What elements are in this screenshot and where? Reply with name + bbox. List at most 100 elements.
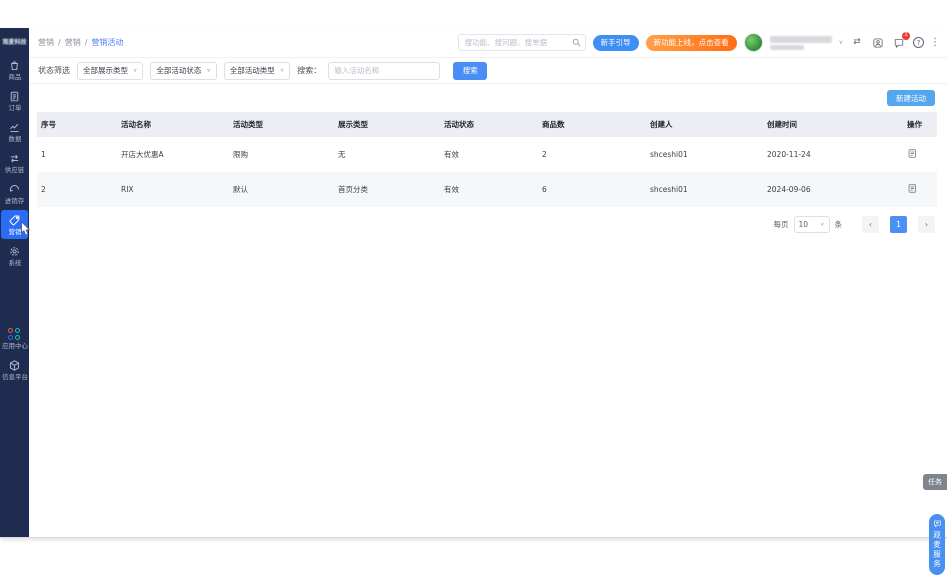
cell-goods: 2 <box>538 137 646 172</box>
breadcrumb: 营销 / 营销 / 营销活动 <box>38 37 123 48</box>
chevron-down-icon: ∨ <box>280 68 284 74</box>
sidebar-item-label: 商品 <box>8 74 21 80</box>
app-window: 观麦科技 商品 订单 数据 供应链 进销存 营销 系统 <box>0 28 947 538</box>
select-value: 全部活动类型 <box>230 65 275 76</box>
sidebar-item-goods[interactable]: 商品 <box>1 55 28 84</box>
col-created: 创建时间 <box>763 112 903 137</box>
cell-status: 有效 <box>440 172 538 207</box>
messages-icon[interactable]: 1 <box>892 36 906 50</box>
search-icon <box>572 38 581 47</box>
per-page-select[interactable]: 10 ∨ <box>794 216 830 233</box>
content-area: 新建活动 序号 活动名称 活动类型 展示类型 活动状态 商品数 创建人 <box>29 84 947 537</box>
contact-service-icon[interactable] <box>871 36 885 50</box>
main-area: 营销 / 营销 / 营销活动 新手引导 新功能上线，点击查看 ∨ ⇄ <box>29 28 947 537</box>
avatar[interactable] <box>744 33 763 52</box>
top-bar: 营销 / 营销 / 营销活动 新手引导 新功能上线，点击查看 ∨ ⇄ <box>29 28 947 58</box>
filter-bar: 状态筛选 全部展示类型 ∨ 全部活动状态 ∨ 全部活动类型 ∨ 搜索： 搜索 <box>29 58 947 84</box>
chevron-down-icon: ∨ <box>820 222 824 228</box>
search-field-label: 搜索： <box>297 65 321 76</box>
bag-icon <box>8 59 21 72</box>
sidebar-item-system[interactable]: 系统 <box>1 241 28 270</box>
help-icon[interactable]: ? <box>913 37 924 48</box>
chart-icon <box>8 121 21 134</box>
display-type-select[interactable]: 全部展示类型 ∨ <box>77 62 143 80</box>
service-tab-label: 观麦服务 <box>932 531 943 569</box>
activities-table: 序号 活动名称 活动类型 展示类型 活动状态 商品数 创建人 创建时间 操作 1 <box>37 112 937 207</box>
sidebar-item-label: 数据 <box>8 136 21 142</box>
cell-goods: 6 <box>538 172 646 207</box>
sidebar-item-inventory[interactable]: 进销存 <box>1 179 28 208</box>
edit-activity-icon[interactable] <box>907 183 918 194</box>
table-row: 2 RIX 默认 首页分类 有效 6 shceshi01 2024-09-06 <box>37 172 937 207</box>
global-search-input[interactable] <box>465 38 568 47</box>
activity-status-select[interactable]: 全部活动状态 ∨ <box>150 62 216 80</box>
cell-creator: shceshi01 <box>646 137 763 172</box>
search-button[interactable]: 搜索 <box>453 62 487 80</box>
sidebar-item-label: 信息平台 <box>2 374 28 380</box>
breadcrumb-current: 营销活动 <box>91 37 123 48</box>
breadcrumb-separator: / <box>85 38 88 47</box>
cycle-icon <box>8 183 21 196</box>
sidebar-item-app-center[interactable]: 应用中心 <box>1 324 28 353</box>
switch-account-icon[interactable]: ⇄ <box>850 36 864 50</box>
cell-display: 无 <box>334 137 440 172</box>
breadcrumb-item[interactable]: 营销 <box>65 37 81 48</box>
next-page-button[interactable]: › <box>918 216 935 233</box>
sidebar-item-supply-chain[interactable]: 供应链 <box>1 148 28 177</box>
per-page-unit: 条 <box>835 219 843 230</box>
col-seq: 序号 <box>37 112 117 137</box>
breadcrumb-item[interactable]: 营销 <box>38 37 54 48</box>
col-creator: 创建人 <box>646 112 763 137</box>
create-activity-button[interactable]: 新建活动 <box>887 90 935 106</box>
mouse-cursor-icon <box>19 222 32 235</box>
message-badge: 1 <box>902 32 910 40</box>
row-actions <box>903 137 937 172</box>
sidebar-item-info-platform[interactable]: 信息平台 <box>1 355 28 384</box>
more-menu-icon[interactable]: ⋮ <box>931 36 939 50</box>
pagination: 每页 10 ∨ 条 ‹ 1 › <box>37 216 935 233</box>
sidebar-item-marketing[interactable]: 营销 <box>1 210 28 239</box>
sidebar: 观麦科技 商品 订单 数据 供应链 进销存 营销 系统 <box>0 28 29 537</box>
chevron-down-icon: ∨ <box>133 68 137 74</box>
activity-type-select[interactable]: 全部活动类型 ∨ <box>224 62 290 80</box>
cell-status: 有效 <box>440 137 538 172</box>
redacted-line <box>770 45 804 50</box>
cell-display: 首页分类 <box>334 172 440 207</box>
select-value: 全部展示类型 <box>83 65 128 76</box>
redacted-line <box>770 36 832 43</box>
table-row: 1 开店大优惠A 限购 无 有效 2 shceshi01 2020-11-24 <box>37 137 937 172</box>
activity-name-input[interactable] <box>328 62 440 80</box>
gear-icon <box>8 245 21 258</box>
app-center-icon <box>8 328 21 341</box>
user-caret-icon[interactable]: ∨ <box>839 39 843 46</box>
table-header-row: 序号 活动名称 活动类型 展示类型 活动状态 商品数 创建人 创建时间 操作 <box>37 112 937 137</box>
cell-seq: 2 <box>37 172 117 207</box>
edit-activity-icon[interactable] <box>907 148 918 159</box>
service-tab[interactable]: 观麦服务 <box>929 514 945 575</box>
row-actions <box>903 172 937 207</box>
col-type: 活动类型 <box>229 112 334 137</box>
select-value: 全部活动状态 <box>156 65 201 76</box>
col-actions: 操作 <box>903 112 937 137</box>
col-name: 活动名称 <box>117 112 229 137</box>
guide-button[interactable]: 新手引导 <box>593 35 639 51</box>
cell-name: 开店大优惠A <box>117 137 229 172</box>
cell-name: RIX <box>117 172 229 207</box>
breadcrumb-separator: / <box>58 38 61 47</box>
col-status: 活动状态 <box>440 112 538 137</box>
task-tab[interactable]: 任务 <box>923 474 947 490</box>
sidebar-item-label: 供应链 <box>5 167 24 173</box>
sidebar-item-label: 进销存 <box>5 198 24 204</box>
status-filter-label: 状态筛选 <box>38 65 70 76</box>
cell-created: 2024-09-06 <box>763 172 903 207</box>
promo-button[interactable]: 新功能上线，点击查看 <box>646 35 737 51</box>
sidebar-item-data[interactable]: 数据 <box>1 117 28 146</box>
prev-page-button[interactable]: ‹ <box>862 216 879 233</box>
cell-type: 限购 <box>229 137 334 172</box>
per-page-label: 每页 <box>774 219 789 230</box>
user-name-redacted[interactable] <box>770 36 832 50</box>
sidebar-item-orders[interactable]: 订单 <box>1 86 28 115</box>
supply-chain-icon <box>8 152 21 165</box>
global-search[interactable] <box>458 34 586 51</box>
page-1-button[interactable]: 1 <box>890 216 907 233</box>
